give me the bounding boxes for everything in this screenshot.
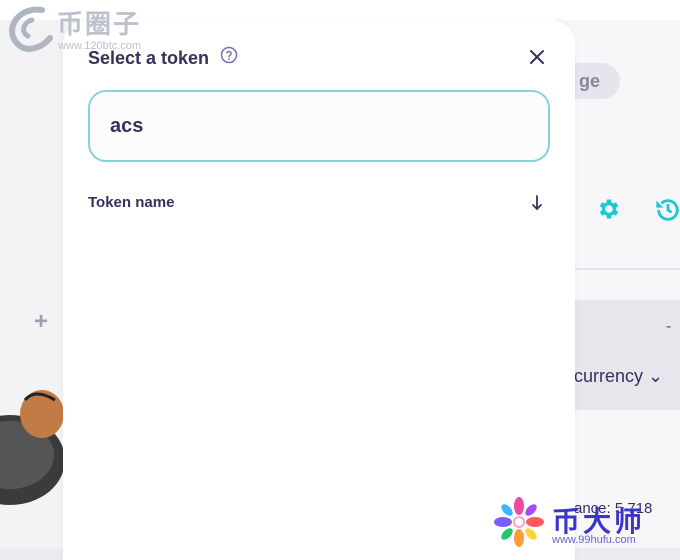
- watermark-logo-right: 币大师 www.99hufu.com: [490, 496, 680, 548]
- watermark-logo-left: 币圈子 www.120btc.com: [0, 0, 160, 60]
- token-name-column-header: Token name: [88, 194, 175, 211]
- watermark-left-title: 币圈子: [57, 9, 142, 39]
- close-icon[interactable]: [528, 48, 546, 66]
- currency-selector[interactable]: currency ⌄: [574, 366, 663, 387]
- swap-card: [560, 20, 680, 548]
- help-circle-icon[interactable]: [220, 46, 238, 64]
- watermark-swirl-icon: [9, 6, 53, 52]
- history-icon[interactable]: [654, 196, 680, 224]
- watermark-flower-icon: [494, 497, 544, 547]
- token-select-modal: Select a token Token name: [63, 20, 575, 560]
- plus-icon[interactable]: +: [34, 308, 48, 336]
- watermark-left-url: www.120btc.com: [58, 40, 142, 52]
- currency-panel: [560, 300, 680, 410]
- divider: [560, 268, 680, 270]
- dash-text: -: [666, 318, 672, 335]
- gear-icon[interactable]: [596, 196, 622, 222]
- chevron-down-icon: ⌄: [648, 366, 664, 386]
- watermark-right-url: www.99hufu.com: [552, 534, 636, 546]
- token-list-header: Token name: [88, 194, 544, 214]
- currency-label: currency: [574, 366, 644, 386]
- token-search-input[interactable]: [88, 90, 550, 162]
- arrow-down-icon[interactable]: [530, 194, 544, 212]
